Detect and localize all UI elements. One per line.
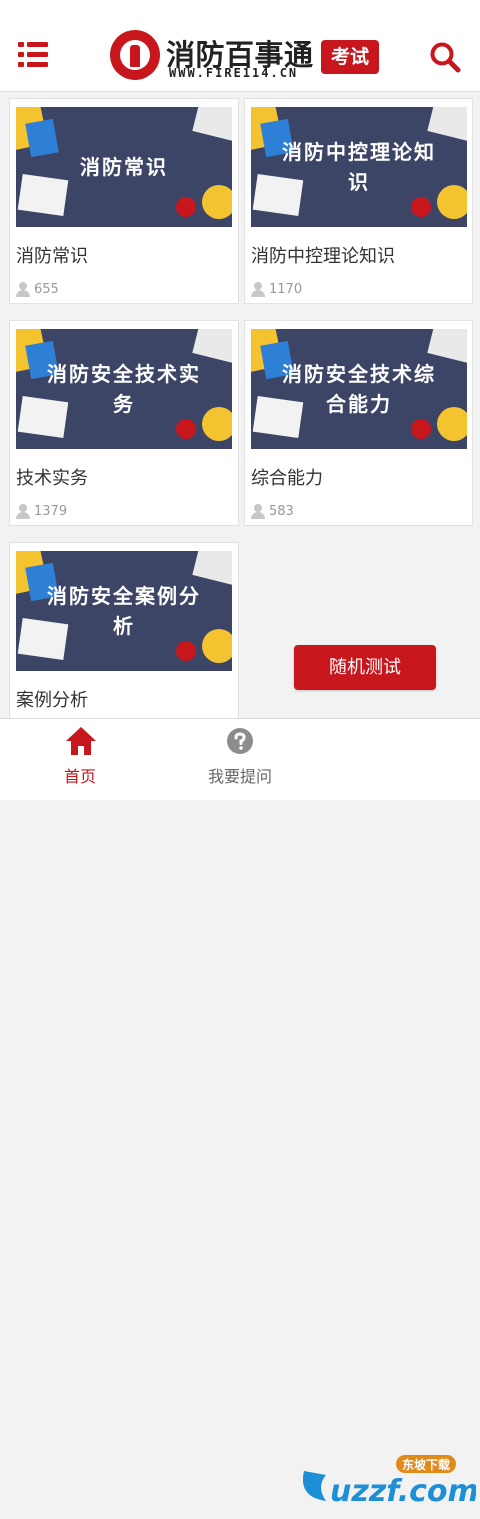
home-icon — [66, 727, 96, 755]
app-logo: 消防百事通 WWW.FIRE114.CN 考试 — [106, 28, 379, 84]
course-card[interactable]: 消防安全技术实务 技术实务 1379 — [9, 320, 239, 526]
uzzf-watermark-logo: 东坡下载 uzzf.com — [296, 1441, 479, 1515]
course-card[interactable]: 消防常识 消防常识 655 — [9, 98, 239, 304]
svg-text:uzzf.com: uzzf.com — [330, 1474, 476, 1509]
course-card[interactable]: 消防安全技术综合能力 综合能力 583 — [244, 320, 473, 526]
course-thumbnail: 消防安全技术综合能力 — [251, 329, 467, 449]
tab-ask-question[interactable]: 我要提问 — [160, 719, 320, 801]
thumbnail-title: 消防中控理论知识 — [282, 140, 436, 194]
thumbnail-title: 消防安全技术实务 — [47, 362, 201, 416]
fire-emblem-icon — [110, 30, 160, 80]
thumbnail-title: 消防安全技术综合能力 — [282, 362, 436, 416]
tab-home[interactable]: 首页 — [0, 719, 160, 801]
thumbnail-title: 消防安全案例分析 — [47, 584, 201, 638]
course-thumbnail: 消防安全技术实务 — [16, 329, 232, 449]
logo-url: WWW.FIRE114.CN — [169, 66, 299, 80]
course-card[interactable]: 消防安全案例分析 案例分析 — [9, 542, 239, 722]
exam-badge: 考试 — [321, 40, 379, 74]
view-count: 1379 — [34, 504, 68, 519]
random-test-button[interactable]: 随机测试 — [294, 645, 436, 690]
bottom-tab-bar: 首页 我要提问 东坡下载 uzzf.com — [0, 718, 480, 1509]
course-name: 消防常识 — [16, 246, 88, 267]
course-name: 技术实务 — [16, 468, 88, 489]
question-icon — [227, 728, 253, 754]
user-icon — [16, 504, 30, 519]
view-count: 583 — [269, 504, 294, 519]
course-name: 综合能力 — [251, 468, 323, 489]
course-card[interactable]: 消防中控理论知识 消防中控理论知识 1170 — [244, 98, 473, 304]
course-thumbnail: 消防常识 — [16, 107, 232, 227]
search-icon[interactable] — [428, 40, 462, 74]
course-name: 案例分析 — [16, 690, 88, 711]
tab-label: 首页 — [63, 767, 96, 786]
svg-text:东坡下载: 东坡下载 — [402, 1457, 450, 1472]
menu-icon[interactable] — [18, 42, 48, 68]
course-name: 消防中控理论知识 — [251, 246, 395, 267]
app-header: 消防百事通 WWW.FIRE114.CN 考试 — [0, 0, 480, 92]
view-count: 1170 — [269, 282, 303, 297]
course-thumbnail: 消防安全案例分析 — [16, 551, 232, 671]
course-thumbnail: 消防中控理论知识 — [251, 107, 467, 227]
view-count: 655 — [34, 282, 59, 297]
thumbnail-title: 消防常识 — [80, 155, 168, 179]
tab-label: 我要提问 — [207, 767, 272, 786]
user-icon — [16, 282, 30, 297]
user-icon — [251, 504, 265, 519]
user-icon — [251, 282, 265, 297]
